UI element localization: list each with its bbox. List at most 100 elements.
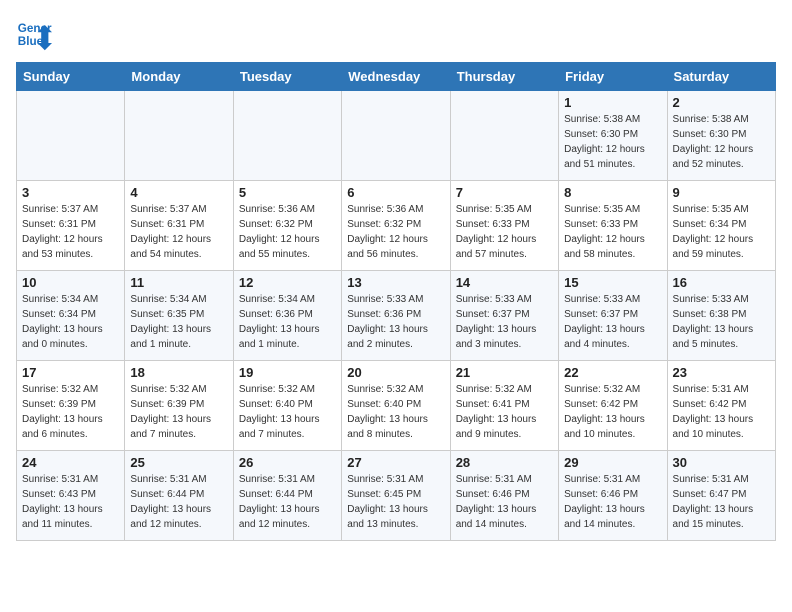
day-info: Sunrise: 5:35 AM Sunset: 6:33 PM Dayligh…: [564, 202, 661, 262]
day-info: Sunrise: 5:37 AM Sunset: 6:31 PM Dayligh…: [22, 202, 119, 262]
calendar-cell: 10 Sunrise: 5:34 AM Sunset: 6:34 PM Dayli…: [17, 271, 125, 361]
day-info: Sunrise: 5:33 AM Sunset: 6:37 PM Dayligh…: [564, 292, 661, 352]
weekday-header: Monday: [125, 63, 233, 91]
day-info: Sunrise: 5:36 AM Sunset: 6:32 PM Dayligh…: [239, 202, 336, 262]
calendar-cell: 2Sunrise: 5:38 AM Sunset: 6:30 PM Daylig…: [667, 91, 775, 181]
day-info: Sunrise: 5:32 AM Sunset: 6:42 PM Dayligh…: [564, 382, 661, 442]
day-info: Sunrise: 5:35 AM Sunset: 6:33 PM Dayligh…: [456, 202, 553, 262]
calendar-cell: 3 Sunrise: 5:37 AM Sunset: 6:31 PM Daylig…: [17, 181, 125, 271]
day-number: 1: [564, 95, 661, 110]
day-info: Sunrise: 5:32 AM Sunset: 6:39 PM Dayligh…: [130, 382, 227, 442]
day-info: Sunrise: 5:34 AM Sunset: 6:34 PM Dayligh…: [22, 292, 119, 352]
day-info: Sunrise: 5:31 AM Sunset: 6:47 PM Dayligh…: [673, 472, 770, 532]
calendar-cell: [17, 91, 125, 181]
day-info: Sunrise: 5:34 AM Sunset: 6:36 PM Dayligh…: [239, 292, 336, 352]
day-number: 4: [130, 185, 227, 200]
day-number: 8: [564, 185, 661, 200]
calendar-cell: 6 Sunrise: 5:36 AM Sunset: 6:32 PM Daylig…: [342, 181, 450, 271]
day-info: Sunrise: 5:31 AM Sunset: 6:44 PM Dayligh…: [239, 472, 336, 532]
day-number: 13: [347, 275, 444, 290]
day-info: Sunrise: 5:31 AM Sunset: 6:46 PM Dayligh…: [456, 472, 553, 532]
calendar-cell: 16 Sunrise: 5:33 AM Sunset: 6:38 PM Dayli…: [667, 271, 775, 361]
day-info: Sunrise: 5:32 AM Sunset: 6:41 PM Dayligh…: [456, 382, 553, 442]
day-info: Sunrise: 5:36 AM Sunset: 6:32 PM Dayligh…: [347, 202, 444, 262]
day-number: 9: [673, 185, 770, 200]
day-info: Sunrise: 5:32 AM Sunset: 6:40 PM Dayligh…: [239, 382, 336, 442]
calendar-cell: 5 Sunrise: 5:36 AM Sunset: 6:32 PM Daylig…: [233, 181, 341, 271]
calendar-cell: 26 Sunrise: 5:31 AM Sunset: 6:44 PM Dayli…: [233, 451, 341, 541]
calendar-cell: 7 Sunrise: 5:35 AM Sunset: 6:33 PM Daylig…: [450, 181, 558, 271]
weekday-header: Wednesday: [342, 63, 450, 91]
calendar-week-row: 10 Sunrise: 5:34 AM Sunset: 6:34 PM Dayli…: [17, 271, 776, 361]
calendar-cell: 25Sunrise: 5:31 AM Sunset: 6:44 PM Dayli…: [125, 451, 233, 541]
day-number: 3: [22, 185, 119, 200]
day-info: Sunrise: 5:32 AM Sunset: 6:40 PM Dayligh…: [347, 382, 444, 442]
day-number: 10: [22, 275, 119, 290]
day-number: 30: [673, 455, 770, 470]
calendar-cell: [233, 91, 341, 181]
calendar-week-row: 24 Sunrise: 5:31 AM Sunset: 6:43 PM Dayli…: [17, 451, 776, 541]
day-info: Sunrise: 5:32 AM Sunset: 6:39 PM Dayligh…: [22, 382, 119, 442]
day-number: 5: [239, 185, 336, 200]
calendar-cell: 12 Sunrise: 5:34 AM Sunset: 6:36 PM Dayli…: [233, 271, 341, 361]
day-number: 17: [22, 365, 119, 380]
day-number: 7: [456, 185, 553, 200]
calendar-cell: 19 Sunrise: 5:32 AM Sunset: 6:40 PM Dayli…: [233, 361, 341, 451]
calendar-cell: [450, 91, 558, 181]
weekday-header: Saturday: [667, 63, 775, 91]
calendar-cell: [342, 91, 450, 181]
calendar-cell: 20 Sunrise: 5:32 AM Sunset: 6:40 PM Dayli…: [342, 361, 450, 451]
calendar-cell: 15 Sunrise: 5:33 AM Sunset: 6:37 PM Dayli…: [559, 271, 667, 361]
day-info: Sunrise: 5:33 AM Sunset: 6:38 PM Dayligh…: [673, 292, 770, 352]
day-number: 15: [564, 275, 661, 290]
weekday-header: Tuesday: [233, 63, 341, 91]
calendar-week-row: 17 Sunrise: 5:32 AM Sunset: 6:39 PM Dayli…: [17, 361, 776, 451]
day-number: 23: [673, 365, 770, 380]
day-info: Sunrise: 5:37 AM Sunset: 6:31 PM Dayligh…: [130, 202, 227, 262]
day-number: 12: [239, 275, 336, 290]
calendar-cell: 28 Sunrise: 5:31 AM Sunset: 6:46 PM Dayli…: [450, 451, 558, 541]
calendar-cell: 18 Sunrise: 5:32 AM Sunset: 6:39 PM Dayli…: [125, 361, 233, 451]
logo-icon: General Blue: [16, 16, 52, 52]
day-info: Sunrise: 5:38 AM Sunset: 6:30 PM Dayligh…: [564, 112, 661, 172]
calendar-cell: [125, 91, 233, 181]
day-info: Sunrise: 5:31 AM Sunset: 6:45 PM Dayligh…: [347, 472, 444, 532]
logo: General Blue: [16, 16, 52, 52]
day-number: 28: [456, 455, 553, 470]
calendar-cell: 24 Sunrise: 5:31 AM Sunset: 6:43 PM Dayli…: [17, 451, 125, 541]
calendar-cell: 1 Sunrise: 5:38 AM Sunset: 6:30 PM Daylig…: [559, 91, 667, 181]
day-number: 24: [22, 455, 119, 470]
day-number: 19: [239, 365, 336, 380]
day-number: 29: [564, 455, 661, 470]
calendar-cell: 11Sunrise: 5:34 AM Sunset: 6:35 PM Dayli…: [125, 271, 233, 361]
calendar-body: 1 Sunrise: 5:38 AM Sunset: 6:30 PM Daylig…: [17, 91, 776, 541]
weekday-header-row: SundayMondayTuesdayWednesdayThursdayFrid…: [17, 63, 776, 91]
day-number: 18: [130, 365, 227, 380]
calendar-cell: 4 Sunrise: 5:37 AM Sunset: 6:31 PM Daylig…: [125, 181, 233, 271]
weekday-header: Sunday: [17, 63, 125, 91]
calendar-cell: 14Sunrise: 5:33 AM Sunset: 6:37 PM Dayli…: [450, 271, 558, 361]
day-number: 25: [130, 455, 227, 470]
day-number: 21: [456, 365, 553, 380]
svg-text:Blue: Blue: [18, 35, 44, 48]
calendar-cell: 22 Sunrise: 5:32 AM Sunset: 6:42 PM Dayli…: [559, 361, 667, 451]
day-number: 22: [564, 365, 661, 380]
calendar-cell: 21 Sunrise: 5:32 AM Sunset: 6:41 PM Dayli…: [450, 361, 558, 451]
calendar-cell: 13 Sunrise: 5:33 AM Sunset: 6:36 PM Dayli…: [342, 271, 450, 361]
day-info: Sunrise: 5:34 AM Sunset: 6:35 PM Dayligh…: [130, 292, 227, 352]
calendar-table: SundayMondayTuesdayWednesdayThursdayFrid…: [16, 62, 776, 541]
calendar-cell: 27 Sunrise: 5:31 AM Sunset: 6:45 PM Dayli…: [342, 451, 450, 541]
day-info: Sunrise: 5:31 AM Sunset: 6:43 PM Dayligh…: [22, 472, 119, 532]
day-number: 27: [347, 455, 444, 470]
day-number: 2: [673, 95, 770, 110]
calendar-cell: 30 Sunrise: 5:31 AM Sunset: 6:47 PM Dayli…: [667, 451, 775, 541]
page-header: General Blue: [16, 16, 776, 52]
calendar-cell: 17 Sunrise: 5:32 AM Sunset: 6:39 PM Dayli…: [17, 361, 125, 451]
day-info: Sunrise: 5:33 AM Sunset: 6:36 PM Dayligh…: [347, 292, 444, 352]
day-number: 16: [673, 275, 770, 290]
day-number: 20: [347, 365, 444, 380]
day-number: 26: [239, 455, 336, 470]
day-info: Sunrise: 5:31 AM Sunset: 6:46 PM Dayligh…: [564, 472, 661, 532]
day-number: 6: [347, 185, 444, 200]
weekday-header: Friday: [559, 63, 667, 91]
